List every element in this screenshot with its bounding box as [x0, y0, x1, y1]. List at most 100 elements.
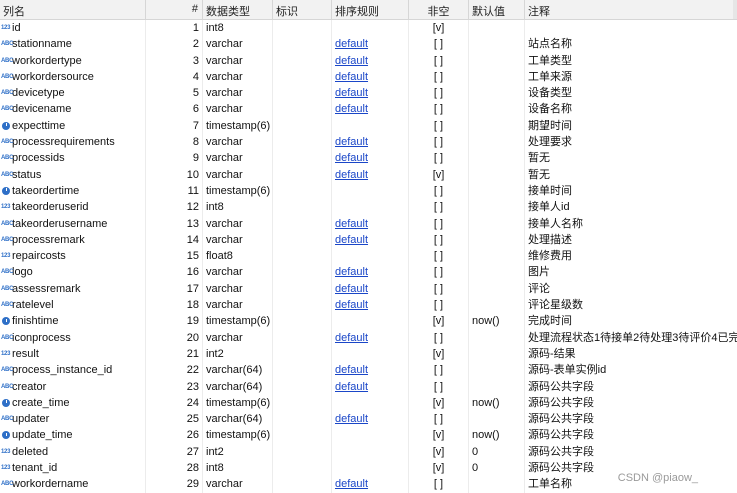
col-header-num[interactable]: # — [146, 0, 203, 19]
cell-not-null[interactable]: [ ] — [409, 134, 469, 151]
cell-identity[interactable] — [273, 36, 332, 53]
col-header-type[interactable]: 数据类型 — [203, 0, 273, 19]
table-row[interactable]: update_time 26 timestamp(6) [v] now() 源码公共字段 — [0, 427, 737, 444]
collation-link[interactable]: default — [335, 234, 368, 246]
cell-data-type[interactable]: int8 — [203, 460, 273, 477]
table-row[interactable]: 123 result 21 int2 [v] 源码-结果 — [0, 345, 737, 363]
cell-collation[interactable] — [332, 182, 409, 200]
cell-collation[interactable] — [332, 427, 409, 444]
cell-not-null[interactable]: [ ] — [409, 117, 469, 135]
col-header-flag[interactable]: 标识 — [273, 0, 332, 19]
cell-not-null[interactable]: [ ] — [409, 68, 469, 86]
cell-collation[interactable]: default — [332, 52, 409, 69]
cell-data-type[interactable]: varchar — [203, 150, 273, 167]
cell-column-name[interactable]: ABC workordername — [0, 476, 146, 493]
table-row[interactable]: create_time 24 timestamp(6) [v] now() 源码公共字段 — [0, 394, 737, 412]
cell-collation[interactable] — [332, 20, 409, 37]
cell-data-type[interactable]: varchar — [203, 280, 273, 298]
cell-comment[interactable]: 完成时间 — [525, 313, 737, 329]
cell-default[interactable] — [469, 231, 525, 249]
cell-default[interactable] — [469, 166, 525, 183]
cell-default[interactable] — [469, 378, 525, 395]
cell-not-null[interactable]: [ ] — [409, 150, 469, 167]
cell-data-type[interactable]: varchar — [203, 231, 273, 249]
cell-comment[interactable]: 源码-表单实例id — [525, 362, 737, 378]
table-row[interactable]: ABC devicetype 5 varchar default [ ] 设备类型 — [0, 85, 737, 102]
cell-comment[interactable]: 工单来源 — [525, 69, 737, 85]
cell-column-name[interactable]: ABC workordersource — [0, 68, 146, 86]
cell-comment[interactable]: 处理要求 — [525, 134, 737, 150]
cell-ordinal[interactable]: 12 — [146, 199, 203, 216]
cell-data-type[interactable]: varchar — [203, 264, 273, 281]
cell-ordinal[interactable]: 23 — [146, 378, 203, 395]
cell-default[interactable] — [469, 248, 525, 265]
cell-data-type[interactable]: timestamp(6) — [203, 117, 273, 135]
cell-data-type[interactable]: varchar(64) — [203, 362, 273, 379]
collation-link[interactable]: default — [335, 218, 368, 230]
cell-comment[interactable]: 期望时间 — [525, 118, 737, 134]
collation-link[interactable]: default — [335, 87, 368, 99]
cell-comment[interactable]: 源码-结果 — [525, 346, 737, 362]
collation-link[interactable]: default — [335, 71, 368, 83]
cell-default[interactable] — [469, 345, 525, 363]
table-row[interactable]: ABC status 10 varchar default [v] 暂无 — [0, 166, 737, 183]
cell-ordinal[interactable]: 13 — [146, 215, 203, 232]
collation-link[interactable]: default — [335, 413, 368, 425]
cell-ordinal[interactable]: 2 — [146, 36, 203, 53]
collation-link[interactable]: default — [335, 38, 368, 50]
cell-ordinal[interactable]: 21 — [146, 345, 203, 363]
cell-identity[interactable] — [273, 231, 332, 249]
cell-identity[interactable] — [273, 297, 332, 314]
cell-data-type[interactable]: varchar(64) — [203, 411, 273, 428]
cell-ordinal[interactable]: 24 — [146, 394, 203, 412]
cell-column-name[interactable]: ABC takeorderusername — [0, 215, 146, 232]
cell-not-null[interactable]: [v] — [409, 20, 469, 37]
cell-data-type[interactable]: varchar — [203, 134, 273, 151]
table-row[interactable]: ABC processrequirements 8 varchar default[ ]… — [0, 134, 737, 151]
cell-collation[interactable] — [332, 443, 409, 461]
cell-column-name[interactable]: ABC assessremark — [0, 280, 146, 298]
cell-column-name[interactable]: ABC iconprocess — [0, 329, 146, 346]
cell-ordinal[interactable]: 19 — [146, 313, 203, 330]
cell-default[interactable] — [469, 150, 525, 167]
cell-data-type[interactable]: varchar — [203, 215, 273, 232]
cell-column-name[interactable]: ABC status — [0, 166, 146, 183]
cell-ordinal[interactable]: 20 — [146, 329, 203, 346]
cell-default[interactable] — [469, 36, 525, 53]
table-row[interactable]: ABC devicename 6 varchar default[ ] 设备名称 — [0, 101, 737, 118]
cell-ordinal[interactable]: 29 — [146, 476, 203, 493]
table-row[interactable]: 123 deleted 27 int2 [v] 0 源码公共字段 — [0, 443, 737, 461]
cell-identity[interactable] — [273, 280, 332, 298]
cell-collation[interactable] — [332, 394, 409, 412]
cell-not-null[interactable]: [v] — [409, 460, 469, 477]
cell-default[interactable] — [469, 215, 525, 232]
cell-not-null[interactable]: [ ] — [409, 248, 469, 265]
cell-column-name[interactable]: 123 id — [0, 20, 146, 37]
cell-default[interactable] — [469, 182, 525, 200]
cell-comment[interactable]: 工单类型 — [525, 53, 737, 69]
cell-identity[interactable] — [273, 150, 332, 167]
cell-ordinal[interactable]: 22 — [146, 362, 203, 379]
cell-identity[interactable] — [273, 460, 332, 477]
cell-data-type[interactable]: varchar — [203, 68, 273, 86]
cell-comment[interactable]: 接单人id — [525, 199, 737, 215]
collation-link[interactable]: default — [335, 266, 368, 278]
cell-not-null[interactable]: [ ] — [409, 378, 469, 395]
cell-comment[interactable]: 图片 — [525, 264, 737, 280]
cell-comment[interactable]: 处理描述 — [525, 232, 737, 248]
cell-default[interactable]: 0 — [469, 443, 525, 461]
cell-identity[interactable] — [273, 378, 332, 395]
cell-collation[interactable]: default — [332, 85, 409, 102]
cell-collation[interactable]: default — [332, 280, 409, 298]
cell-ordinal[interactable]: 28 — [146, 460, 203, 477]
cell-identity[interactable] — [273, 52, 332, 69]
cell-comment[interactable]: 接单时间 — [525, 183, 737, 199]
cell-collation[interactable] — [332, 248, 409, 265]
cell-column-name[interactable]: ABC process_instance_id — [0, 362, 146, 379]
cell-not-null[interactable]: [ ] — [409, 231, 469, 249]
cell-identity[interactable] — [273, 443, 332, 461]
cell-comment[interactable]: 设备名称 — [525, 101, 737, 117]
cell-identity[interactable] — [273, 117, 332, 135]
table-row[interactable]: ABC processremark 14 varchar default[ ] 处理描述 — [0, 231, 737, 249]
cell-collation[interactable] — [332, 117, 409, 135]
